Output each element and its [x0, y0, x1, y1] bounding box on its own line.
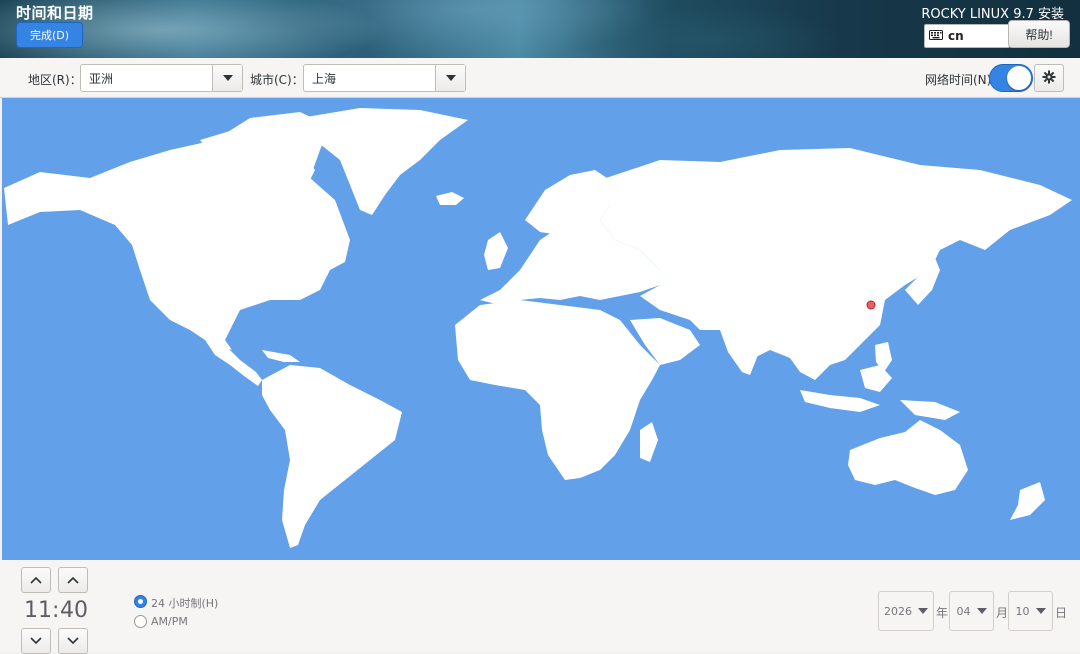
- time-separator: :: [52, 598, 60, 623]
- day-combo[interactable]: 10: [1008, 591, 1053, 631]
- year-value: 2026: [884, 604, 912, 618]
- timezone-toolbar: 地区(R)： 亚洲 城市(C)： 上海 网络时间(N): [0, 58, 1080, 98]
- year-unit: 年: [936, 606, 949, 620]
- minutes-display: 40: [60, 598, 88, 623]
- month-value: 04: [956, 604, 971, 618]
- day-value: 10: [1015, 604, 1030, 618]
- timezone-map[interactable]: [2, 98, 1080, 560]
- help-button[interactable]: 帮助!: [1008, 20, 1070, 48]
- selected-city-marker[interactable]: [866, 300, 876, 310]
- north-america-land: [4, 112, 350, 350]
- chevron-down-icon: [445, 75, 456, 81]
- south-america-land: [262, 365, 402, 548]
- chevron-down-icon: [976, 608, 987, 614]
- britain-land: [484, 232, 508, 270]
- minute-down-button[interactable]: [58, 628, 88, 654]
- hours-display: 11: [24, 598, 52, 623]
- minute-up-button[interactable]: [58, 567, 88, 593]
- africa-land: [455, 300, 660, 480]
- network-time-switch[interactable]: [989, 64, 1033, 92]
- city-value: 上海: [312, 71, 337, 86]
- keyboard-layout-indicator[interactable]: cn: [924, 24, 1010, 48]
- format-24h-label: 24 小时制(H): [151, 597, 219, 610]
- landmasses: [4, 108, 1072, 548]
- network-time-label: 网络时间(N): [925, 73, 992, 87]
- chevron-down-icon: [222, 75, 233, 81]
- gear-icon: [1042, 69, 1056, 88]
- keyboard-icon: [929, 29, 943, 43]
- new-guinea-land: [900, 400, 960, 420]
- hour-up-button[interactable]: [21, 567, 51, 593]
- done-button[interactable]: 完成(D): [16, 22, 83, 48]
- switch-knob: [1007, 66, 1031, 90]
- format-24h-radio[interactable]: [134, 595, 147, 608]
- hour-down-button[interactable]: [21, 628, 51, 654]
- ntp-settings-button[interactable]: [1034, 64, 1064, 92]
- year-combo[interactable]: 2026: [878, 591, 934, 631]
- chevron-up-icon: [30, 576, 42, 584]
- region-dropdown-button[interactable]: [212, 65, 242, 91]
- month-unit: 月: [996, 606, 1009, 620]
- madagascar-land: [640, 422, 658, 462]
- format-ampm-radio[interactable]: [134, 615, 147, 628]
- central-america-land: [205, 340, 262, 386]
- region-combo[interactable]: 亚洲: [80, 64, 243, 92]
- chevron-down-icon: [67, 637, 79, 645]
- format-ampm-label: AM/PM: [151, 615, 188, 628]
- caribbean-land: [262, 350, 300, 362]
- keyboard-layout-label: cn: [948, 29, 964, 43]
- chevron-down-icon: [1035, 608, 1046, 614]
- city-dropdown-button[interactable]: [435, 65, 465, 91]
- iceland-land: [436, 192, 464, 205]
- header-bar: 时间和日期 完成(D) ROCKY LINUX 9.7 安装 cn 帮助!: [0, 0, 1080, 58]
- southeast-asia-islands-land: [800, 390, 880, 412]
- day-unit: 日: [1055, 606, 1068, 620]
- borneo-land: [860, 365, 892, 392]
- city-label: 城市(C)：: [250, 73, 304, 87]
- australia-land: [848, 420, 968, 495]
- chevron-down-icon: [918, 608, 928, 614]
- chevron-up-icon: [67, 576, 79, 584]
- region-label: 地区(R)：: [28, 73, 82, 87]
- month-combo[interactable]: 04: [949, 591, 994, 631]
- chevron-down-icon: [30, 637, 42, 645]
- city-combo[interactable]: 上海: [303, 64, 466, 92]
- page-title: 时间和日期: [16, 4, 94, 22]
- region-value: 亚洲: [89, 71, 114, 86]
- new-zealand-land: [1010, 482, 1045, 520]
- world-map-svg: [4, 108, 1072, 548]
